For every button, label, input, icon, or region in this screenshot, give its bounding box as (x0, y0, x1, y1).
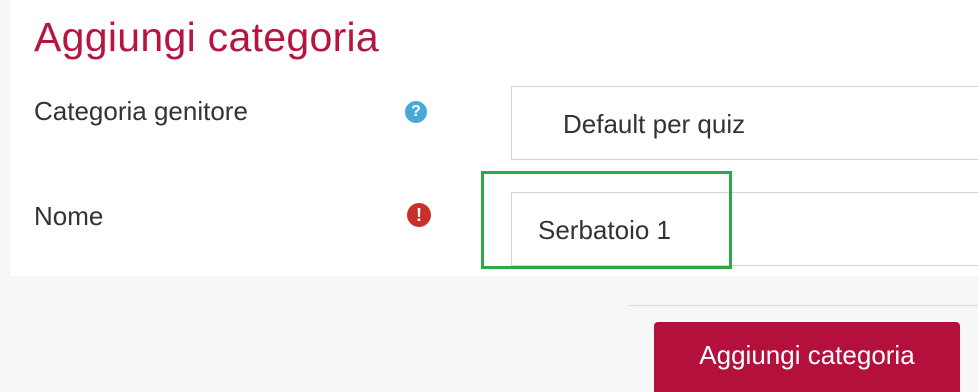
add-category-button[interactable]: Aggiungi categoria (654, 322, 960, 392)
page: Aggiungi categoria Categoria genitore ? … (0, 0, 978, 392)
exclamation-circle-icon: ! (407, 203, 431, 227)
form-title: Aggiungi categoria (34, 14, 380, 60)
name-input[interactable]: Serbatoio 1 (511, 192, 978, 266)
parent-category-select[interactable]: Default per quiz (511, 86, 978, 160)
add-category-form: Aggiungi categoria Categoria genitore ? … (10, 0, 978, 276)
parent-category-label: Categoria genitore (34, 96, 248, 126)
question-circle-icon[interactable]: ? (405, 101, 427, 123)
divider (629, 305, 978, 306)
name-label: Nome (34, 201, 104, 231)
